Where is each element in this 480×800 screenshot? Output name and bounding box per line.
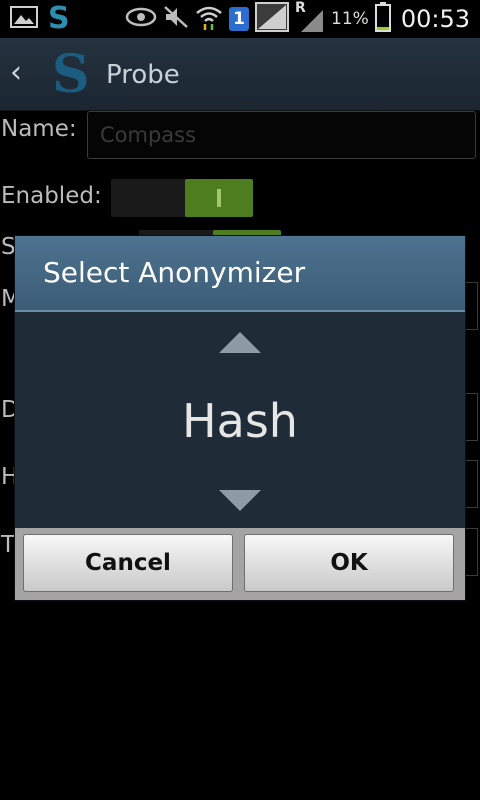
row7-label: T <box>1 532 16 558</box>
status-left: S <box>10 4 70 34</box>
back-chevron-icon[interactable]: ‹ <box>10 56 22 90</box>
battery-percent: 11% <box>331 9 369 29</box>
picker-value[interactable]: Hash <box>15 394 465 448</box>
sim-1-icon: 1 <box>229 7 250 31</box>
ok-button[interactable]: OK <box>244 534 454 592</box>
screen: S 1 R 11% 00:53 ‹ S Probe Name: Compass … <box>0 0 480 800</box>
dialog-header: Select Anonymizer <box>15 236 465 312</box>
enabled-label: Enabled: <box>1 183 102 209</box>
signal-icon <box>255 2 290 36</box>
status-bar: S 1 R 11% 00:53 <box>0 0 480 38</box>
app-logo[interactable]: S <box>52 46 90 104</box>
roaming-icon: R <box>295 0 325 34</box>
cancel-button[interactable]: Cancel <box>23 534 233 592</box>
action-bar: ‹ S Probe <box>0 38 480 111</box>
wifi-icon <box>195 4 223 34</box>
status-right: 1 R 11% 00:53 <box>125 0 470 36</box>
mute-icon <box>163 5 189 33</box>
select-anonymizer-dialog: Select Anonymizer Hash Cancel OK <box>15 236 465 600</box>
picker-up-arrow-icon[interactable] <box>219 332 261 353</box>
toggle-knob <box>185 179 253 217</box>
clock: 00:53 <box>400 5 470 33</box>
battery-icon <box>374 2 391 36</box>
app-s-icon: S <box>48 1 70 36</box>
eye-icon <box>125 6 157 32</box>
name-label: Name: <box>1 116 77 142</box>
image-icon <box>10 5 38 33</box>
picker-down-arrow-icon[interactable] <box>219 490 261 511</box>
dialog-button-bar: Cancel OK <box>15 528 465 600</box>
name-field[interactable]: Compass <box>87 111 476 159</box>
row3-label: S <box>1 234 16 260</box>
enabled-toggle[interactable] <box>111 179 253 217</box>
page-title: Probe <box>106 60 180 90</box>
dialog-title: Select Anonymizer <box>43 256 306 289</box>
